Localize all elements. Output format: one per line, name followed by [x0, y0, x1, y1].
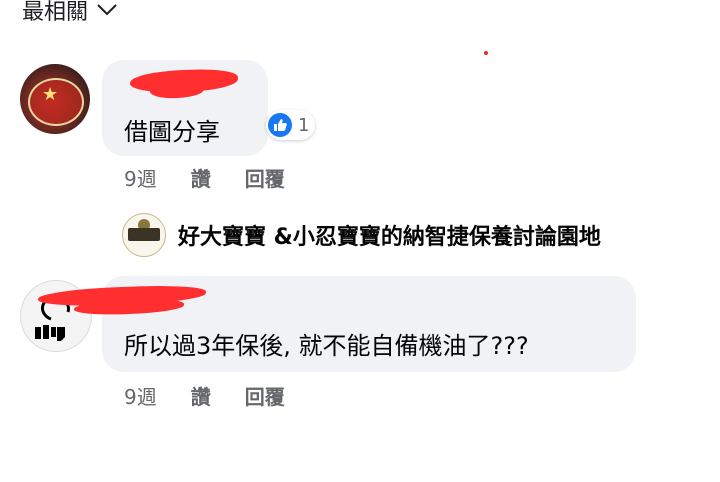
crest-icon: [138, 219, 150, 228]
comment-thread: 最相關 ★ 借圖分享 1 9週 讚 回覆 好大寶寶 &小忍寶寶的納智捷保養討論園…: [0, 0, 720, 482]
comment-text: 借圖分享: [124, 118, 220, 146]
comment-timestamp[interactable]: 9週: [124, 381, 157, 410]
sort-dropdown[interactable]: 最相關: [22, 0, 118, 26]
reply-summary[interactable]: 好大寶寶 &小忍寶寶的納智捷保養討論園地: [122, 213, 601, 257]
star-icon: ★: [42, 84, 59, 105]
chevron-down-icon: [97, 4, 117, 16]
like-button[interactable]: 讚: [191, 163, 211, 192]
like-icon: [268, 113, 292, 137]
reaction-count: 1: [298, 114, 310, 136]
plate-icon: [128, 228, 160, 241]
comment-text: 所以過3年保後, 就不能自備機油了???: [124, 332, 529, 360]
avatar[interactable]: ★: [20, 64, 90, 134]
sort-label: 最相關: [22, 0, 89, 25]
comment-timestamp[interactable]: 9週: [124, 163, 157, 192]
comment-actions: 9週 讚 回覆: [124, 381, 285, 410]
reply-button[interactable]: 回覆: [245, 381, 285, 410]
page-avatar: [122, 213, 166, 257]
comment-actions: 9週 讚 回覆: [124, 163, 285, 192]
reaction-summary[interactable]: 1: [266, 110, 316, 140]
stray-red-mark: [484, 51, 488, 55]
reply-author-name: 好大寶寶 &小忍寶寶的納智捷保養討論園地: [178, 225, 601, 250]
reply-button[interactable]: 回覆: [245, 163, 285, 192]
like-button[interactable]: 讚: [191, 381, 211, 410]
